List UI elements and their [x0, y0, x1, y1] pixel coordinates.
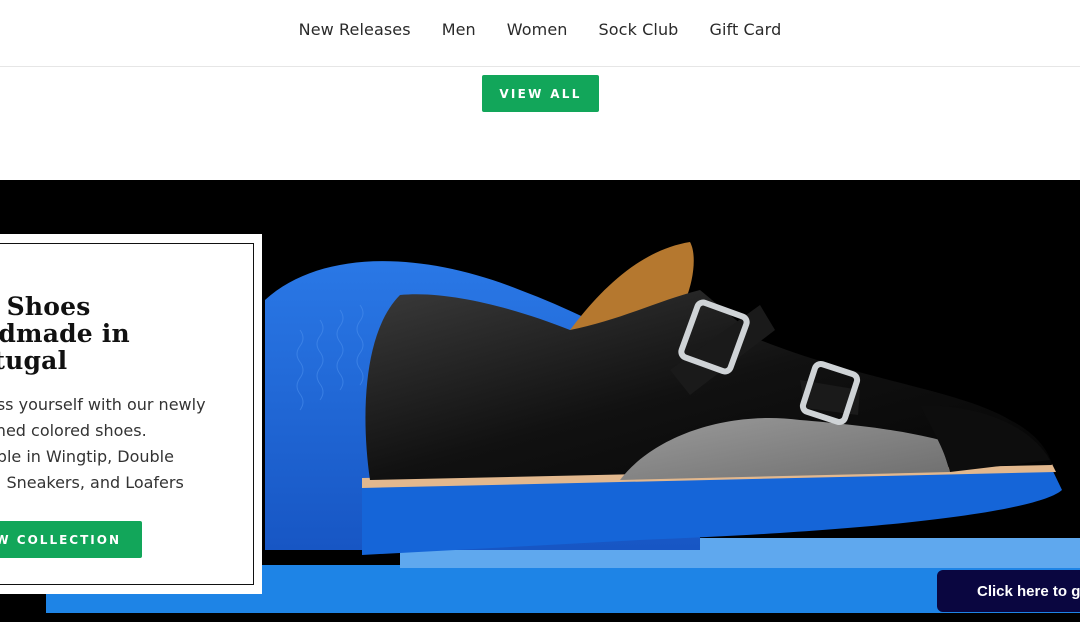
nav-men[interactable]: Men: [442, 20, 476, 39]
view-collection-button[interactable]: W COLLECTION: [0, 521, 142, 558]
nav-sock-club[interactable]: Sock Club: [599, 20, 679, 39]
promo-body-line3: able in Wingtip, Double: [0, 447, 174, 466]
promo-body-line4: k, Sneakers, and Loafers: [0, 473, 184, 492]
top-navigation: New Releases Men Women Sock Club Gift Ca…: [0, 0, 1080, 67]
promo-title-line3: rtugal: [0, 346, 68, 375]
nav-gift-card[interactable]: Gift Card: [709, 20, 781, 39]
chat-widget-button[interactable]: Click here to ge: [937, 570, 1080, 612]
nav-new-releases[interactable]: New Releases: [299, 20, 411, 39]
promo-description: ess yourself with our newly ched colored…: [0, 392, 253, 496]
nav-women[interactable]: Women: [507, 20, 568, 39]
main-nav: New Releases Men Women Sock Club Gift Ca…: [0, 20, 1080, 39]
promo-title-line1: d Shoes: [0, 292, 91, 321]
promo-card: d Shoes ndmade in rtugal ess yourself wi…: [0, 234, 262, 594]
promo-title: d Shoes ndmade in rtugal: [0, 292, 253, 375]
promo-body-line1: ess yourself with our newly: [0, 395, 206, 414]
promo-title-line2: ndmade in: [0, 319, 130, 348]
view-all-button[interactable]: VIEW ALL: [482, 75, 599, 112]
promo-body-line2: ched colored shoes.: [0, 421, 147, 440]
promo-card-frame: d Shoes ndmade in rtugal ess yourself wi…: [0, 243, 254, 585]
